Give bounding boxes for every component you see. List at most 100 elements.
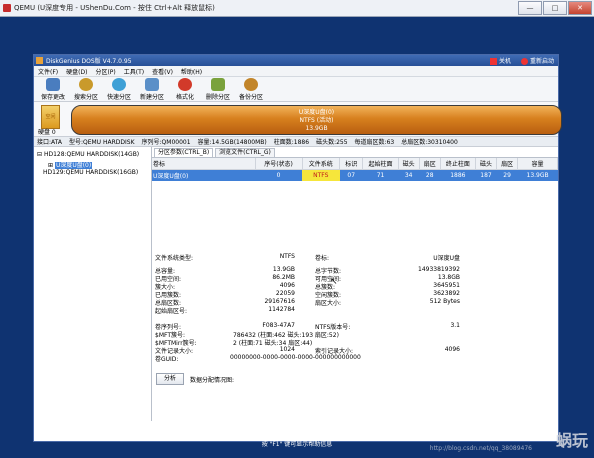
menu-file[interactable]: 文件(F) (38, 67, 58, 76)
disk-tree: ⊟ HD128:QEMU HARDDISK(14GB) ⊞ U深度U盘(0) H… (34, 147, 152, 421)
total-bytes-value: 14933819392 (418, 266, 460, 273)
delete-label: 删除分区 (205, 94, 230, 101)
used-space-value: 86.2MB (272, 274, 295, 281)
cell-end-cyl: 1886 (440, 169, 476, 181)
col-start-sector: 扇区 (419, 158, 441, 170)
col-fs: 文件系统 (302, 158, 340, 170)
used-clusters-value: 22059 (275, 290, 295, 297)
maximize-button[interactable]: □ (543, 1, 567, 15)
info-serial: 序列号:QM00001 (141, 139, 191, 146)
partition-table: 卷标 序号(状态) 文件系统 标识 起始柱面 磁头 扇区 终止柱面 磁头 扇区 … (152, 158, 558, 181)
partition-bar-size: 13.9GB (305, 125, 328, 132)
guid-label: 卷GUID: (155, 356, 179, 363)
info-model: 型号:QEMU HARDDISK (68, 139, 135, 146)
total-clusters-value: 3645951 (433, 282, 460, 289)
watermark-url: http://blog.csdn.net/qq_38089476 (429, 445, 532, 452)
volume-label-value: U深度U盘 (433, 255, 460, 262)
sector-size-value: 512 Bytes (429, 298, 460, 305)
index-size-value: 4096 (444, 346, 460, 353)
tree-disk-1[interactable]: HD129:QEMU HARDDISK(16GB) (43, 169, 138, 176)
table-row[interactable]: U深度U盘(0) 0 NTFS 07 71 34 28 1886 187 29 … (152, 169, 558, 181)
cell-start-sector: 28 (419, 169, 441, 181)
shutdown-button[interactable]: 关机 (489, 56, 511, 65)
tree-partition-0[interactable]: ⊞ U深度U盘(0) (48, 160, 93, 169)
cell-id: 07 (339, 169, 363, 181)
menu-tools[interactable]: 工具(T) (124, 67, 144, 76)
free-space-value: 13.8GB (437, 274, 460, 281)
col-end-head: 磁头 (475, 158, 498, 170)
cell-label: U深度U盘(0) (152, 169, 256, 181)
cell-index: 0 (255, 169, 302, 181)
cell-fs: NTFS (302, 169, 340, 181)
info-cylinders: 柱面数:1886 (273, 139, 310, 146)
minimize-button[interactable]: — (518, 1, 542, 15)
reboot-label: 重新启动 (529, 58, 554, 65)
col-end-sector: 扇区 (496, 158, 519, 170)
analyze-button[interactable]: 分析 (156, 373, 184, 385)
app-icon (36, 57, 43, 64)
cell-capacity: 13.9GB (517, 169, 558, 181)
menu-partition[interactable]: 分区(P) (95, 67, 115, 76)
format-icon (178, 78, 192, 91)
close-button[interactable]: ✕ (568, 1, 592, 15)
col-capacity: 容量 (517, 158, 558, 170)
backup-icon (244, 78, 258, 91)
disk-map: 空闲 硬盘 0 U深度U盘(0) NTFS (活动) 13.9GB (34, 102, 562, 137)
reboot-button[interactable]: 重新启动 (520, 56, 554, 65)
tab-partition-params[interactable]: 分区参数(CTRL_B) (154, 148, 214, 157)
mouse-cursor: ↖ (330, 277, 338, 287)
disk-icon-text: 空闲 (45, 114, 56, 120)
app-titlebar: DiskGenius DOS版 V4.7.0.95 关机 重新启动 (34, 55, 558, 66)
ntfs-version-value: 3.1 (450, 322, 460, 329)
partition-bar[interactable]: U深度U盘(0) NTFS (活动) 13.9GB (71, 105, 562, 135)
partition-bar-name: U深度U盘(0) (298, 109, 335, 116)
sector-size-label: 扇区大小: (315, 300, 342, 307)
app-title: DiskGenius DOS版 V4.7.0.95 (46, 58, 132, 65)
tree-disk-1-label: HD129:QEMU HARDDISK(16GB) (43, 169, 139, 176)
backup-partition-button[interactable]: 备份分区 (236, 78, 266, 101)
total-sectors-value: 29167616 (264, 298, 295, 305)
power-icon (489, 58, 497, 65)
col-label: 卷标 (152, 158, 256, 170)
serial-value: F083-47A7 (262, 322, 295, 329)
delete-partition-button[interactable]: 删除分区 (203, 78, 233, 101)
format-button[interactable]: 格式化 (170, 78, 200, 101)
menu-view[interactable]: 查看(V) (152, 67, 173, 76)
save-icon (46, 78, 60, 91)
quick-partition-button[interactable]: 快速分区 (104, 78, 134, 101)
tab-bar: 分区参数(CTRL_B) 浏览文件(CTRL_G) (152, 147, 558, 158)
volume-label-label: 卷标: (315, 255, 330, 262)
total-capacity-value: 13.9GB (272, 266, 295, 273)
window-titlebar: QEMU (U深度专用 - UShenDu.Com - 按住 Ctrl+Alt … (0, 0, 594, 17)
diskgenius-window: DiskGenius DOS版 V4.7.0.95 关机 重新启动 文件(F) … (33, 54, 562, 442)
cell-start-cyl: 71 (362, 169, 399, 181)
backup-label: 备份分区 (238, 94, 263, 101)
menu-disk[interactable]: 硬盘(D) (66, 67, 87, 76)
new-partition-button[interactable]: 新建分区 (137, 78, 167, 101)
disk-label: 硬盘 0 (38, 129, 56, 136)
cell-end-head: 187 (475, 169, 497, 181)
search-icon (79, 78, 93, 91)
tree-partition-0-label: U深度U盘(0) (54, 162, 93, 169)
new-partition-label: 新建分区 (139, 94, 164, 101)
partition-bar-fs: NTFS (活动) (299, 117, 334, 124)
quick-partition-label: 快速分区 (106, 94, 131, 101)
fs-type-value: NTFS (279, 253, 295, 260)
save-button[interactable]: 保存更改 (38, 78, 68, 101)
tree-disk-0[interactable]: ⊟ HD128:QEMU HARDDISK(14GB) (37, 151, 139, 158)
info-sectors-per-track: 每道扇区数:63 (354, 139, 395, 146)
col-start-cyl: 起始柱面 (362, 158, 399, 170)
shutdown-label: 关机 (498, 58, 511, 65)
qemu-icon (3, 4, 11, 12)
save-label: 保存更改 (40, 94, 65, 101)
tab-browse-files[interactable]: 浏览文件(CTRL_G) (215, 148, 275, 157)
search-label: 搜索分区 (73, 94, 98, 101)
menu-help[interactable]: 帮助(H) (181, 67, 202, 76)
disk-icon[interactable]: 空闲 (41, 105, 60, 129)
format-label: 格式化 (175, 94, 194, 101)
search-partition-button[interactable]: 搜索分区 (71, 78, 101, 101)
record-size-value: 1024 (279, 346, 295, 353)
cell-end-sector: 29 (496, 169, 518, 181)
disk-info-line: 接口:ATA 型号:QEMU HARDDISK 序列号:QM00001 容量:1… (34, 137, 558, 147)
col-end-cyl: 终止柱面 (440, 158, 476, 170)
